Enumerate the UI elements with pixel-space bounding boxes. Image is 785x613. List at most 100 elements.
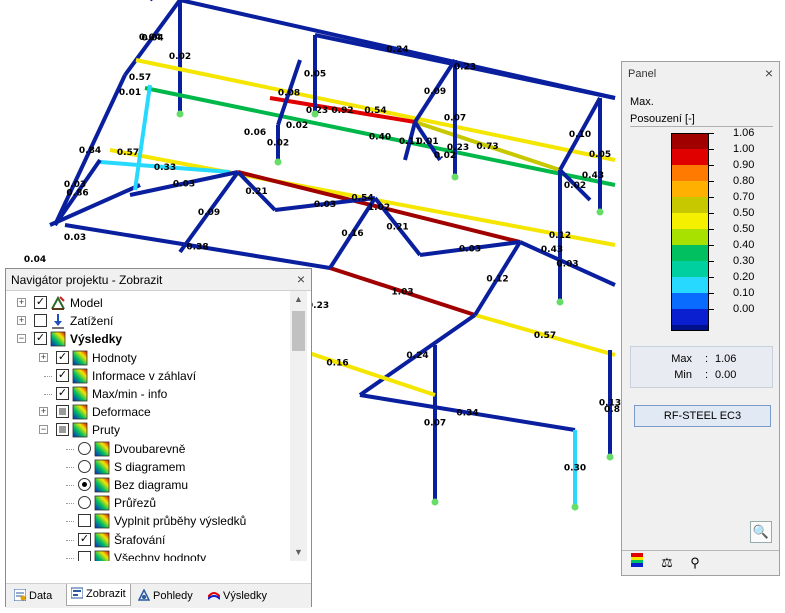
tree-item-label: Deformace [92, 405, 151, 420]
load-icon [50, 313, 66, 329]
tree-item[interactable]: ✓ Max/min - info [6, 385, 288, 403]
radio-button[interactable] [78, 496, 91, 510]
checkbox[interactable]: ✓ [56, 368, 69, 382]
tree-item[interactable]: Dvoubarevně [6, 440, 288, 458]
model-icon [50, 295, 66, 311]
member-value-label: 0.09 [424, 87, 446, 97]
checkbox[interactable]: ✓ [34, 296, 47, 309]
member-line[interactable] [133, 84, 152, 191]
tree-item[interactable]: S diagramem [6, 458, 288, 476]
legend-tick [709, 293, 714, 294]
checkbox[interactable]: ✓ [56, 387, 69, 400]
views-icon [137, 588, 151, 601]
expand-icon[interactable]: + [39, 352, 48, 362]
member-value-label: 0.04 [24, 255, 46, 265]
tree-item[interactable]: Vyplnit průběhy výsledků [6, 512, 288, 530]
legend-label: 0.80 [733, 175, 755, 187]
member-value-label: 0.43 [582, 171, 604, 181]
tree-item-label: Bez diagramu [114, 478, 189, 492]
member-value-label: 0.08 [278, 89, 300, 99]
tree-connector [66, 448, 74, 450]
radio-button[interactable] [78, 478, 91, 491]
checkbox[interactable] [78, 514, 91, 528]
checkbox[interactable]: ✓ [34, 332, 47, 346]
legend-label: 1.06 [733, 127, 755, 139]
legend-label: 0.90 [733, 159, 755, 171]
scroll-down-icon[interactable]: ▼ [290, 544, 307, 561]
navigator-tab-display[interactable]: Zobrazit [66, 584, 131, 606]
expand-icon[interactable]: + [39, 407, 48, 417]
results-icon [72, 386, 88, 402]
scroll-up-icon[interactable]: ▲ [290, 291, 307, 308]
member-value-label: 0.21 [245, 187, 267, 197]
member-value-label: 0.8 [604, 405, 620, 415]
display-icon [70, 586, 84, 599]
balance-icon[interactable]: ⚖ [656, 553, 678, 572]
tree-item[interactable]: − Pruty [6, 421, 288, 439]
support-node [596, 208, 604, 216]
legend-tick [709, 149, 714, 150]
member-value-label: 0.03 [64, 180, 86, 190]
tree-item[interactable]: + ✓ Model [6, 294, 288, 312]
collapse-icon[interactable]: − [39, 425, 48, 435]
tree-item[interactable]: + Deformace [6, 403, 288, 421]
tree-item[interactable]: Průřezů [6, 494, 288, 512]
color-scale-icon[interactable] [626, 553, 648, 572]
tree-item[interactable]: Bez diagramu [6, 476, 288, 494]
checkbox[interactable] [56, 423, 69, 437]
checkbox[interactable] [78, 550, 91, 561]
expand-icon[interactable]: + [17, 298, 26, 307]
scroll-thumb[interactable] [292, 311, 305, 351]
tree-item[interactable]: Všechny hodnoty [6, 549, 288, 561]
checkbox[interactable]: ✓ [78, 532, 91, 546]
member-value-label: 0.02 [564, 181, 586, 191]
radio-button[interactable] [78, 441, 91, 455]
tree-scrollbar[interactable]: ▲ ▼ [290, 291, 307, 561]
member-value-label: 0.04 [139, 33, 161, 43]
legend-label: 0.50 [733, 207, 755, 219]
member-value-label: 0.16 [326, 359, 348, 369]
expand-icon[interactable]: + [17, 316, 26, 326]
checkbox[interactable]: ✓ [56, 350, 69, 364]
navigator-tree: + ✓ Model + Zatížení − ✓ Výsledky + ✓ Hodnoty ✓ Info… [6, 291, 288, 561]
member-value-label: 0.05 [304, 70, 326, 80]
legend-tick [709, 245, 714, 246]
navigator-tab-results-tab[interactable]: Výsledky [204, 587, 271, 605]
navigator-tab-data[interactable]: Data [10, 587, 56, 605]
legend-tick [709, 229, 714, 230]
member-value-label: 0.23 [454, 63, 476, 73]
radio-button[interactable] [78, 459, 91, 473]
tree-item[interactable]: ✓ Informace v záhlaví [6, 367, 288, 385]
tree-item[interactable]: − ✓ Výsledky [6, 330, 288, 348]
legend-swatch [671, 325, 709, 331]
tree-item[interactable]: + Zatížení [6, 312, 288, 330]
max-label: Max [671, 353, 692, 365]
tree-item-label: Hodnoty [92, 350, 137, 365]
legend-swatch [671, 133, 709, 149]
rf-steel-button[interactable]: RF-STEEL EC3 [634, 405, 771, 427]
legend-tick [709, 133, 714, 134]
support-node [431, 498, 439, 506]
results-icon [94, 441, 110, 457]
panel-close-icon[interactable]: × [765, 65, 773, 81]
member-value-label: 0.01 [416, 137, 438, 147]
navigator-tab-label: Data [29, 590, 53, 602]
collapse-icon[interactable]: − [17, 334, 26, 344]
tree-item[interactable]: ✓ Šrafování [6, 531, 288, 549]
tree-item-label: Šrafování [114, 532, 166, 547]
results-icon [72, 350, 88, 366]
microscope-icon[interactable]: ⚲ [684, 553, 706, 572]
legend-swatch [671, 293, 709, 309]
navigator-tab-views[interactable]: Pohledy [134, 587, 197, 605]
navigator-close-icon[interactable]: × [297, 271, 305, 287]
max-colon: : [705, 353, 709, 365]
tree-item-label: Zatížení [70, 314, 114, 329]
checkbox[interactable] [56, 405, 69, 419]
legend-swatch [671, 277, 709, 293]
zoom-search-icon[interactable]: 🔍 [750, 521, 772, 543]
results-icon [94, 513, 110, 529]
tree-item[interactable]: + ✓ Hodnoty [6, 349, 288, 367]
member-value-label: 0.12 [549, 231, 571, 241]
legend-tick [709, 309, 714, 310]
checkbox[interactable] [34, 314, 47, 328]
